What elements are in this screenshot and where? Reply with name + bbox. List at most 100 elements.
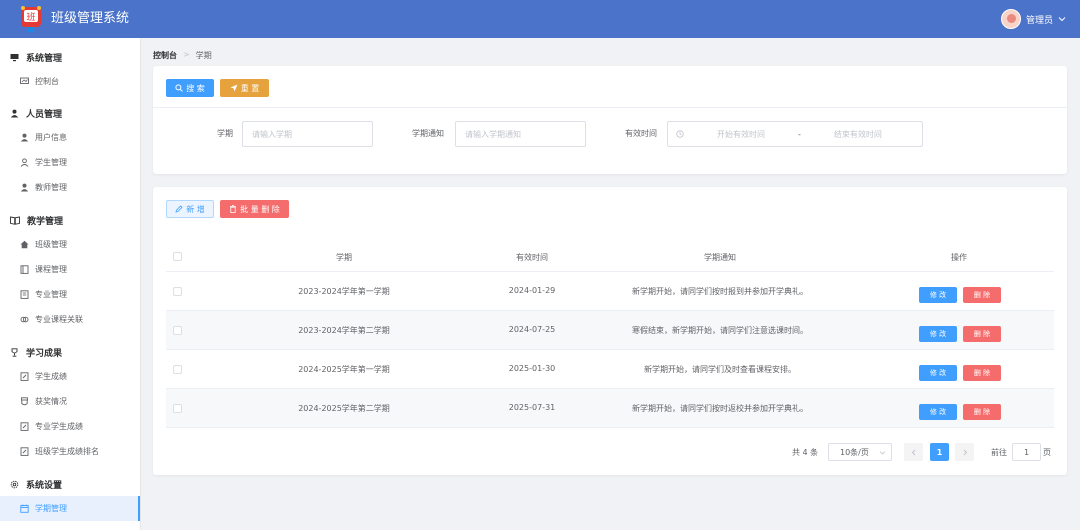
search-card: 搜 索 重 置 学期 请输入学期 学期通知 请输入学期通知 有效时间 开始有效时… [153, 66, 1067, 174]
medal-icon [21, 397, 28, 406]
menu-group-system[interactable]: 系统管理 [10, 51, 62, 64]
edit-button[interactable]: 修 改 [919, 287, 957, 303]
sidebar-item-user-info[interactable]: 用户信息 [0, 125, 140, 150]
cell-date: 2024-07-25 [508, 325, 556, 334]
sidebar: 系统管理 控制台 人员管理 用户信息 学生管理 教师管理 教学管理 班级管理 课… [0, 38, 141, 530]
notebook-icon [20, 290, 29, 299]
cell-date: 2024-01-29 [508, 286, 556, 295]
reset-button-label: 重 置 [240, 83, 260, 93]
cell-notice: 新学期开始，请同学们按时返校并参加开学典礼。 [632, 404, 808, 413]
menu-group-label: 系统设置 [26, 481, 63, 491]
sidebar-item-class-ranking[interactable]: 班级学生成绩排名 [0, 439, 140, 464]
row-checkbox[interactable] [173, 404, 182, 413]
row-checkbox[interactable] [173, 365, 182, 374]
delete-button[interactable]: 删 除 [963, 365, 1001, 381]
add-button[interactable]: 新 增 [166, 200, 214, 218]
clock-icon [676, 130, 684, 138]
edit-document-icon [20, 447, 29, 456]
menu-group-label: 教学管理 [27, 217, 64, 227]
user-icon [10, 109, 19, 118]
sidebar-item-awards[interactable]: 获奖情况 [0, 389, 140, 414]
prev-page-button[interactable] [904, 443, 923, 461]
notice-label: 学期通知 [412, 129, 444, 138]
edit-document-icon [20, 372, 29, 381]
chevron-down-icon [1058, 17, 1066, 22]
notice-placeholder: 请输入学期通知 [465, 129, 521, 139]
menu-group-settings[interactable]: 系统设置 [10, 478, 62, 491]
sidebar-item-classes[interactable]: 班级管理 [0, 232, 140, 257]
cell-notice: 新学期开始，请同学们按时报到并参加开学典礼。 [632, 287, 808, 296]
sidebar-item-label: 用户信息 [35, 133, 67, 142]
user-outline-icon [20, 158, 29, 167]
select-all-checkbox[interactable] [173, 252, 182, 261]
cell-term: 2024-2025学年第二学期 [298, 404, 390, 413]
column-header-term: 学期 [336, 253, 352, 262]
table-header: 学期 有效时间 学期通知 操作 [166, 242, 1054, 272]
sidebar-item-student-scores[interactable]: 学生成绩 [0, 364, 140, 389]
chevron-down-icon [879, 450, 886, 455]
row-checkbox[interactable] [173, 287, 182, 296]
edit-document-icon [20, 422, 29, 431]
book-icon [10, 216, 20, 225]
trophy-icon [11, 348, 18, 357]
page-size-select[interactable]: 10条/页 [828, 443, 892, 461]
table-row: 2023-2024学年第一学期 2024-01-29 新学期开始，请同学们按时报… [166, 272, 1054, 311]
table-row: 2024-2025学年第二学期 2025-07-31 新学期开始，请同学们按时返… [166, 389, 1054, 428]
gear-icon [10, 480, 19, 489]
sidebar-item-label: 专业学生成绩 [35, 422, 83, 431]
cell-date: 2025-07-31 [508, 403, 556, 412]
top-header: 班 班级管理系统 管理员 [0, 0, 1080, 38]
page-number-active[interactable]: 1 [930, 443, 949, 461]
sidebar-item-teachers[interactable]: 教师管理 [0, 175, 140, 200]
notice-input[interactable]: 请输入学期通知 [455, 121, 586, 147]
sidebar-item-students[interactable]: 学生管理 [0, 150, 140, 175]
menu-group-people[interactable]: 人员管理 [10, 107, 62, 120]
table-row: 2024-2025学年第一学期 2025-01-30 新学期开始，请同学们及时查… [166, 350, 1054, 389]
next-page-button[interactable] [955, 443, 974, 461]
send-icon [230, 84, 238, 92]
sidebar-item-label: 控制台 [35, 77, 59, 86]
delete-button[interactable]: 删 除 [963, 404, 1001, 420]
table-row: 2023-2024学年第二学期 2024-07-25 寒假结束，新学期开始，请同… [166, 311, 1054, 350]
edit-button[interactable]: 修 改 [919, 365, 957, 381]
monitor-icon [10, 54, 19, 62]
range-separator: - [798, 129, 801, 139]
page-size-value: 10条/页 [840, 447, 869, 457]
sidebar-item-dashboard[interactable]: 控制台 [0, 69, 140, 94]
reset-button[interactable]: 重 置 [220, 79, 269, 97]
delete-button[interactable]: 删 除 [963, 326, 1001, 342]
user-icon [20, 133, 29, 142]
sidebar-item-majors[interactable]: 专业管理 [0, 282, 140, 307]
sidebar-item-label: 学生管理 [35, 158, 67, 167]
pagination-total: 共 4 条 [792, 448, 819, 457]
link-icon [20, 316, 29, 323]
batch-delete-button[interactable]: 批 量 删 除 [220, 200, 289, 218]
edit-button[interactable]: 修 改 [919, 326, 957, 342]
sidebar-item-courses[interactable]: 课程管理 [0, 257, 140, 282]
home-icon [20, 240, 29, 249]
edit-button[interactable]: 修 改 [919, 404, 957, 420]
column-header-notice: 学期通知 [704, 253, 736, 262]
menu-group-teaching[interactable]: 教学管理 [10, 214, 63, 227]
term-placeholder: 请输入学期 [252, 129, 292, 139]
delete-button[interactable]: 删 除 [963, 287, 1001, 303]
sidebar-item-major-course-link[interactable]: 专业课程关联 [0, 307, 140, 332]
cell-term: 2023-2024学年第一学期 [298, 287, 390, 296]
term-input[interactable]: 请输入学期 [242, 121, 373, 147]
breadcrumb-root[interactable]: 控制台 [153, 50, 177, 61]
user-menu[interactable]: 管理员 [1000, 9, 1066, 29]
search-button[interactable]: 搜 索 [166, 79, 214, 97]
date-range-picker[interactable]: 开始有效时间 - 结束有效时间 [667, 121, 923, 147]
menu-group-achievements[interactable]: 学习成果 [10, 346, 62, 359]
goto-page-input[interactable]: 1 [1012, 443, 1041, 461]
row-checkbox[interactable] [173, 326, 182, 335]
sidebar-item-term-management[interactable]: 学期管理 [0, 496, 140, 521]
cell-notice: 新学期开始，请同学们及时查看课程安排。 [644, 365, 796, 374]
cell-term: 2023-2024学年第二学期 [298, 326, 390, 335]
app-title: 班级管理系统 [51, 11, 130, 26]
cell-date: 2025-01-30 [508, 364, 556, 373]
sidebar-item-major-scores[interactable]: 专业学生成绩 [0, 414, 140, 439]
edit-icon [175, 205, 183, 213]
sidebar-item-label: 学期管理 [35, 504, 67, 513]
time-label: 有效时间 [625, 129, 657, 138]
